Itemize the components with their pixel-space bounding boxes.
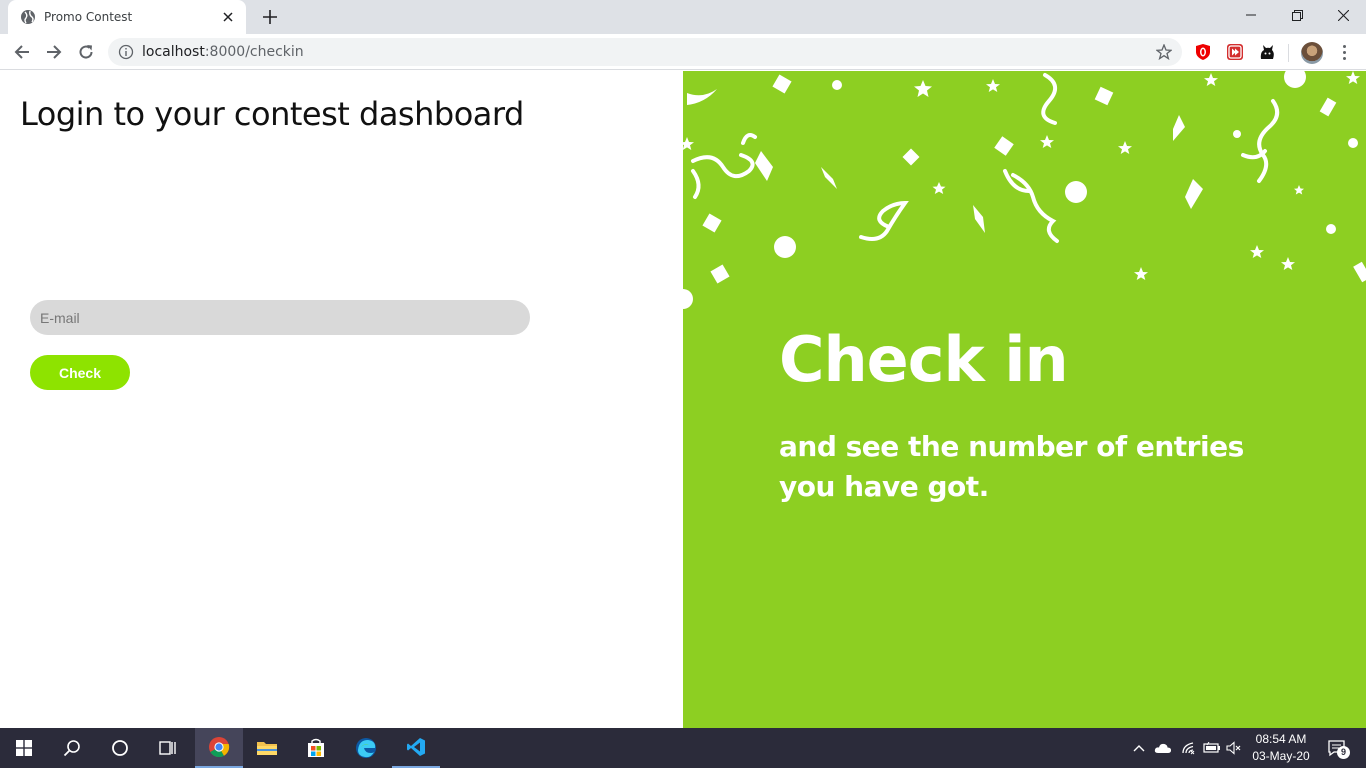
close-icon bbox=[1337, 9, 1349, 21]
browser-toolbar: localhost:8000/checkin bbox=[0, 34, 1366, 70]
search-icon[interactable] bbox=[48, 728, 96, 768]
kebab-menu-icon[interactable] bbox=[1336, 42, 1352, 62]
file-explorer-icon[interactable] bbox=[243, 728, 291, 768]
page-viewport: Login to your contest dashboard Check bbox=[0, 71, 1366, 728]
page-title: Login to your contest dashboard bbox=[20, 95, 524, 133]
hero-panel: Check in and see the number of entries y… bbox=[683, 71, 1366, 728]
wifi-icon[interactable] bbox=[1180, 728, 1198, 768]
edge-icon[interactable] bbox=[342, 728, 390, 768]
address-bar[interactable]: localhost:8000/checkin bbox=[108, 38, 1182, 66]
task-view-icon[interactable] bbox=[144, 728, 192, 768]
red-play-extension-icon[interactable] bbox=[1225, 42, 1245, 62]
close-icon[interactable] bbox=[220, 9, 236, 25]
toolbar-divider bbox=[1288, 44, 1289, 62]
store-icon[interactable] bbox=[292, 728, 340, 768]
volume-muted-icon[interactable] bbox=[1225, 728, 1243, 768]
info-icon[interactable] bbox=[118, 44, 134, 60]
back-button[interactable] bbox=[8, 38, 36, 66]
cortana-icon[interactable] bbox=[96, 728, 144, 768]
windows-start-icon[interactable] bbox=[0, 728, 48, 768]
login-panel: Login to your contest dashboard Check bbox=[0, 71, 683, 728]
hero-title: Check in bbox=[779, 323, 1069, 396]
notification-badge: 9 bbox=[1337, 746, 1350, 759]
minimize-icon bbox=[1246, 14, 1256, 16]
arrow-left-icon bbox=[14, 45, 29, 59]
confetti-decoration bbox=[683, 71, 1366, 309]
reload-icon bbox=[79, 45, 93, 59]
browser-tabstrip: Promo Contest bbox=[0, 0, 1366, 34]
tab-title: Promo Contest bbox=[44, 10, 133, 24]
reload-button[interactable] bbox=[72, 38, 100, 66]
onedrive-icon[interactable] bbox=[1153, 728, 1173, 768]
globe-icon bbox=[20, 9, 36, 25]
url-text: localhost:8000/checkin bbox=[142, 44, 304, 60]
opera-shield-icon[interactable] bbox=[1193, 42, 1213, 62]
battery-icon[interactable] bbox=[1202, 728, 1222, 768]
chrome-icon[interactable] bbox=[195, 728, 243, 768]
email-field[interactable] bbox=[30, 300, 530, 335]
arrow-right-icon bbox=[47, 45, 62, 59]
new-tab-button[interactable] bbox=[258, 6, 282, 28]
taskbar-clock[interactable]: 08:54 AM 03-May-20 bbox=[1246, 731, 1316, 765]
check-button[interactable]: Check bbox=[30, 355, 130, 390]
close-window-button[interactable] bbox=[1320, 0, 1366, 30]
restore-icon bbox=[1291, 9, 1303, 21]
tab-promo-contest[interactable]: Promo Contest bbox=[8, 0, 246, 34]
minimize-button[interactable] bbox=[1228, 0, 1274, 30]
vscode-icon[interactable] bbox=[392, 728, 440, 768]
clock-time: 08:54 AM bbox=[1255, 732, 1307, 746]
avatar[interactable] bbox=[1301, 42, 1323, 64]
forward-button[interactable] bbox=[40, 38, 68, 66]
url-path: :8000/checkin bbox=[204, 44, 304, 60]
github-cat-icon[interactable] bbox=[1257, 42, 1277, 62]
chevron-up-icon[interactable] bbox=[1130, 728, 1148, 768]
plus-icon bbox=[263, 10, 277, 24]
hero-subtitle: and see the number of entries you have g… bbox=[779, 430, 1244, 503]
clock-date: 03-May-20 bbox=[1252, 749, 1310, 763]
url-host: localhost bbox=[142, 44, 205, 60]
notification-center-icon[interactable]: 9 bbox=[1322, 728, 1352, 768]
star-icon[interactable] bbox=[1156, 44, 1172, 60]
restore-button[interactable] bbox=[1274, 0, 1320, 30]
taskbar: 08:54 AM 03-May-20 9 bbox=[0, 728, 1366, 768]
